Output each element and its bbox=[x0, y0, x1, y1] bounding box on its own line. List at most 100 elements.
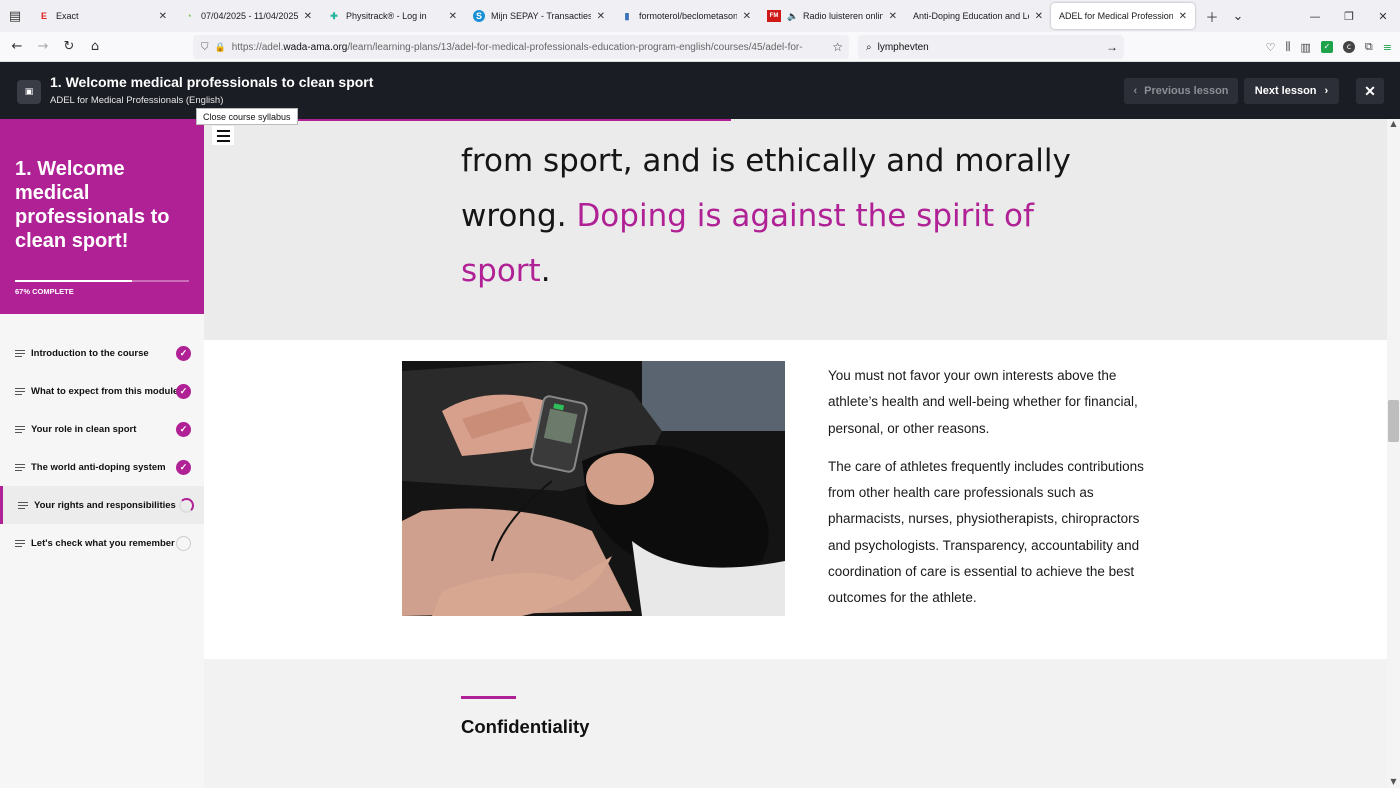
syllabus-item[interactable]: The world anti-doping system ✓ bbox=[0, 448, 204, 486]
page-scrollbar[interactable]: ▲ ▼ bbox=[1387, 119, 1400, 788]
search-bar[interactable]: ⌕ lymphevten → bbox=[858, 35, 1124, 59]
shield-icon[interactable]: ⛉ bbox=[201, 42, 209, 53]
library-icon[interactable]: ⫼ bbox=[1285, 40, 1290, 54]
extension-c-icon[interactable]: c bbox=[1342, 41, 1355, 53]
tooltip: Close course syllabus bbox=[196, 108, 298, 125]
previous-lesson-button[interactable]: ‹ Previous lesson bbox=[1124, 78, 1238, 104]
close-tab-icon[interactable]: ✕ bbox=[449, 11, 457, 22]
reload-icon[interactable]: ↻ bbox=[56, 34, 82, 60]
confidentiality-section: Confidentiality bbox=[204, 659, 1387, 788]
close-tab-icon[interactable]: ✕ bbox=[304, 11, 312, 22]
speaker-icon[interactable]: 🔈 bbox=[787, 10, 799, 22]
browser-tab[interactable]: ✚ Physitrack® - Log in ✕ bbox=[320, 0, 465, 32]
window-controls: — ❐ ✕ bbox=[1298, 0, 1400, 32]
syllabus-item-label: Your rights and responsibilities bbox=[34, 499, 176, 511]
close-icon: ✕ bbox=[1364, 82, 1376, 99]
check-circle-icon: ✓ bbox=[176, 345, 191, 361]
new-tab-icon[interactable]: ＋ bbox=[1199, 3, 1225, 29]
syllabus-item[interactable]: Your role in clean sport ✓ bbox=[0, 410, 204, 448]
lesson-lines-icon bbox=[18, 500, 28, 511]
syllabus-item-label: What to expect from this module bbox=[31, 385, 179, 397]
lesson-lines-icon bbox=[15, 424, 25, 435]
exact-favicon-icon: E bbox=[40, 11, 47, 21]
chevron-down-icon[interactable]: ⌄ bbox=[1225, 3, 1251, 29]
close-window-icon[interactable]: ✕ bbox=[1366, 10, 1400, 23]
extension-check-icon[interactable]: ✓ bbox=[1320, 41, 1333, 53]
progress-label: 67% COMPLETE bbox=[15, 287, 74, 296]
scroll-down-icon[interactable]: ▼ bbox=[1387, 777, 1400, 786]
quote-line-2: wrong. bbox=[461, 198, 567, 234]
lock-icon[interactable]: 🔒 bbox=[215, 42, 226, 53]
minimize-icon[interactable]: — bbox=[1298, 10, 1332, 23]
browser-tab[interactable]: ▮ formoterol/beclometason ✕ bbox=[613, 0, 759, 32]
browser-tab[interactable]: E Exact ✕ bbox=[30, 0, 175, 32]
url-prefix: https://adel. bbox=[231, 41, 284, 53]
quote-end: . bbox=[540, 253, 551, 289]
course-subtitle: ADEL for Medical Professionals (English) bbox=[50, 95, 224, 106]
syllabus-item-label: The world anti-doping system bbox=[31, 461, 166, 473]
quote-block: from sport, and is ethically and morally… bbox=[204, 119, 1387, 340]
restore-icon[interactable]: ❐ bbox=[1332, 10, 1366, 23]
menu-icon[interactable]: ≡ bbox=[1383, 41, 1392, 54]
back-icon[interactable]: ← bbox=[4, 34, 30, 60]
empty-circle-icon bbox=[176, 535, 191, 551]
address-bar[interactable]: ⛉ 🔒 https://adel.wada-ama.org/learn/lear… bbox=[193, 35, 849, 59]
sepay-favicon-icon: S bbox=[473, 10, 485, 22]
search-input[interactable]: lymphevten bbox=[878, 42, 1106, 53]
quote-text: from sport, and is ethically and morally… bbox=[461, 134, 1101, 299]
check-circle-icon: ✓ bbox=[176, 383, 191, 399]
accent-line bbox=[296, 119, 731, 121]
browser-tab-active[interactable]: ADEL for Medical Professionals ✕ bbox=[1051, 3, 1195, 29]
quote-line-1: from sport, and is ethically and morally bbox=[461, 143, 1071, 179]
close-tab-icon[interactable]: ✕ bbox=[597, 11, 605, 22]
url-domain: wada-ama.org bbox=[283, 41, 348, 53]
tab-list-icon[interactable]: ▤ bbox=[0, 0, 30, 32]
close-tab-icon[interactable]: ✕ bbox=[889, 11, 897, 22]
tab-title: Radio luisteren online - bbox=[803, 11, 883, 21]
syllabus-item-label: Introduction to the course bbox=[31, 347, 149, 359]
course-syllabus-sidebar: 1. Welcome medical professionals to clea… bbox=[0, 119, 204, 788]
hamburger-menu-icon[interactable] bbox=[212, 126, 234, 145]
chevron-right-icon: › bbox=[1324, 85, 1329, 97]
browser-tab[interactable]: S Mijn SEPAY - Transacties ✕ bbox=[465, 0, 613, 32]
lesson-lines-icon bbox=[15, 348, 25, 359]
tab-title: 07/04/2025 - 11/04/2025 bbox=[201, 11, 298, 21]
next-lesson-button[interactable]: Next lesson › bbox=[1244, 78, 1339, 104]
previous-lesson-label: Previous lesson bbox=[1144, 85, 1229, 97]
search-icon: ⌕ bbox=[866, 41, 872, 53]
scroll-up-icon[interactable]: ▲ bbox=[1387, 119, 1400, 128]
tab-title: ADEL for Medical Professionals bbox=[1059, 11, 1173, 21]
forward-icon[interactable]: → bbox=[30, 34, 56, 60]
extensions-icon[interactable]: ⧉ bbox=[1365, 40, 1373, 54]
document-favicon-icon: ▮ bbox=[624, 10, 630, 21]
browser-tab[interactable]: FM 🔈 Radio luisteren online - ✕ bbox=[759, 0, 905, 32]
home-icon[interactable]: ⌂ bbox=[82, 34, 108, 60]
syllabus-item[interactable]: Let's check what you remember bbox=[0, 524, 204, 562]
sidebar-toggle-icon[interactable]: ▥ bbox=[1301, 41, 1311, 54]
bookmark-star-icon[interactable]: ☆ bbox=[832, 40, 843, 54]
moon-favicon-icon: ◔ bbox=[186, 11, 192, 21]
close-tab-icon[interactable]: ✕ bbox=[743, 11, 751, 22]
paragraph-2: The care of athletes frequently includes… bbox=[828, 458, 1144, 606]
quote-highlight-b: sport bbox=[461, 253, 541, 289]
syllabus-header: 1. Welcome medical professionals to clea… bbox=[0, 119, 204, 314]
photo-illustration bbox=[402, 361, 785, 616]
syllabus-item[interactable]: What to expect from this module ✓ bbox=[0, 372, 204, 410]
book-icon: ▣ bbox=[17, 80, 41, 104]
close-course-button[interactable]: ✕ bbox=[1356, 78, 1384, 104]
pocket-icon[interactable]: ♡ bbox=[1266, 41, 1276, 54]
browser-tab[interactable]: ◔ 07/04/2025 - 11/04/2025 ✕ bbox=[175, 0, 320, 32]
close-tab-icon[interactable]: ✕ bbox=[1035, 11, 1043, 22]
scrollbar-thumb[interactable] bbox=[1388, 400, 1399, 442]
browser-tab[interactable]: Anti-Doping Education and Lea ✕ bbox=[905, 0, 1051, 32]
syllabus-item[interactable]: Your rights and responsibilities bbox=[0, 486, 204, 524]
syllabus-item[interactable]: Introduction to the course ✓ bbox=[0, 334, 204, 372]
syllabus-item-label: Your role in clean sport bbox=[31, 423, 137, 435]
close-tab-icon[interactable]: ✕ bbox=[1179, 11, 1187, 22]
check-circle-icon: ✓ bbox=[176, 421, 191, 437]
close-tab-icon[interactable]: ✕ bbox=[159, 11, 167, 22]
go-arrow-icon[interactable]: → bbox=[1106, 40, 1118, 54]
lesson-lines-icon bbox=[15, 386, 25, 397]
quote-highlight-a: Doping is against the spirit of bbox=[576, 198, 1034, 234]
progress-bar bbox=[15, 280, 189, 282]
